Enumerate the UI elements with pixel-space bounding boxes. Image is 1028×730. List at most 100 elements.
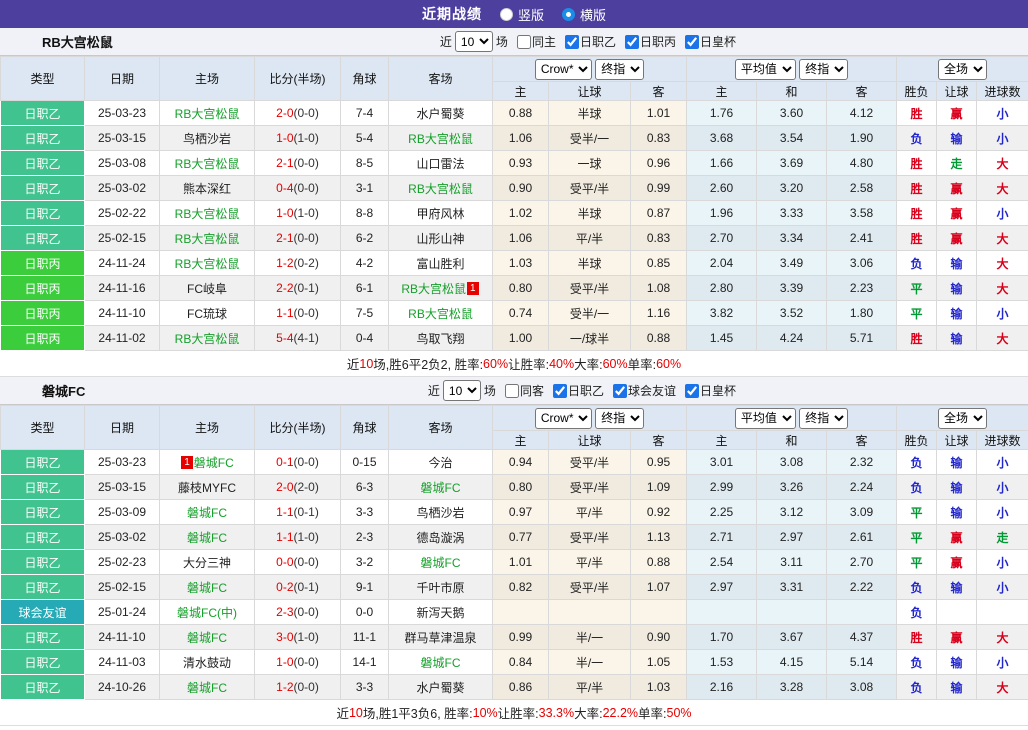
header-col-home: 主场: [160, 57, 255, 101]
fulltime-score: 0-2: [276, 580, 293, 594]
team-name: 磐城FC: [194, 456, 234, 470]
odds-home-cell: 0.88: [493, 101, 549, 126]
fulltime-select[interactable]: 全场: [938, 408, 987, 429]
league-checkbox[interactable]: [685, 384, 699, 398]
away-team-cell: 磐城FC: [389, 650, 493, 675]
team-name: 磐城FC(中): [177, 606, 237, 620]
home-team-cell: RB大宫松鼠: [160, 226, 255, 251]
team-name: 磐城FC: [421, 481, 461, 495]
odds-away-cell: 1.08: [631, 276, 687, 301]
header-sub-avg-home: 主: [687, 82, 757, 101]
recent-count-select[interactable]: 10: [443, 380, 481, 401]
team-name: FC岐阜: [187, 282, 227, 296]
same-venue-checkbox[interactable]: [505, 384, 519, 398]
average-time-select[interactable]: 终指: [799, 408, 848, 429]
avg-home-cell: 2.25: [687, 500, 757, 525]
header-sub-result: 胜负: [897, 82, 937, 101]
avg-away-cell: 2.24: [827, 475, 897, 500]
league-option[interactable]: 球会友谊: [607, 382, 676, 399]
result-handicap-cell: 输: [937, 126, 977, 151]
score-cell: 1-1(0-0): [255, 301, 341, 326]
result-handicap-cell: 赢: [937, 201, 977, 226]
same-venue-option[interactable]: 同主: [511, 33, 556, 50]
league-type-badge: 日职乙: [1, 525, 85, 550]
corner-cell: 14-1: [341, 650, 389, 675]
away-team-cell: RB大宫松鼠: [389, 301, 493, 326]
team-name: 磐城FC: [421, 656, 461, 670]
halftime-score: (0-0): [294, 181, 319, 195]
away-team-cell: 甲府风林: [389, 201, 493, 226]
league-option[interactable]: 日皇杯: [679, 33, 736, 50]
match-row: 日职乙24-10-26磐城FC1-2(0-0)3-3水户蜀葵0.86平/半1.0…: [1, 675, 1028, 700]
radio-horizontal-icon[interactable]: [562, 8, 575, 21]
result-handicap-cell: 赢: [937, 176, 977, 201]
odds-time-select[interactable]: 终指: [595, 59, 644, 80]
summary-part: 10%: [473, 706, 498, 720]
header-fulltime-group: 全场: [897, 57, 1028, 82]
team-section: RB大宫松鼠近10场同主日职乙日职丙日皇杯类型日期主场比分(半场)角球客场Cro…: [0, 28, 1028, 377]
match-date: 25-03-15: [85, 475, 160, 500]
avg-draw-cell: 4.24: [757, 326, 827, 351]
match-row: 日职乙25-02-15磐城FC0-2(0-1)9-1千叶市原0.82受平/半1.…: [1, 575, 1028, 600]
fulltime-select[interactable]: 全场: [938, 59, 987, 80]
avg-away-cell: 2.32: [827, 450, 897, 475]
result-goals-cell: 大: [977, 251, 1028, 276]
result-handicap-cell: 输: [937, 575, 977, 600]
home-team-cell: RB大宫松鼠: [160, 151, 255, 176]
result-handicap-cell: 输: [937, 675, 977, 700]
recent-count-select[interactable]: 10: [455, 31, 493, 52]
avg-draw-cell: 3.12: [757, 500, 827, 525]
league-option[interactable]: 日职乙: [547, 382, 604, 399]
result-outcome-cell: 负: [897, 251, 937, 276]
odds-time-select[interactable]: 终指: [595, 408, 644, 429]
team-name: RB大宫松鼠: [175, 232, 240, 246]
avg-home-cell: 3.01: [687, 450, 757, 475]
odds-away-cell: 0.90: [631, 625, 687, 650]
radio-vertical-icon[interactable]: [500, 8, 513, 21]
league-option[interactable]: 日皇杯: [679, 382, 736, 399]
result-outcome-cell: 平: [897, 550, 937, 575]
bookmaker-select[interactable]: Crow*: [535, 408, 592, 429]
result-outcome-cell: 负: [897, 575, 937, 600]
team-name: 德岛漩涡: [416, 531, 464, 545]
same-venue-checkbox[interactable]: [517, 35, 531, 49]
same-venue-option[interactable]: 同客: [499, 382, 544, 399]
league-option[interactable]: 日职乙: [559, 33, 616, 50]
team-name: RB大宫松鼠: [175, 207, 240, 221]
summary-part: 60%: [603, 357, 628, 371]
odds-handicap-cell: [549, 600, 631, 625]
halftime-score: (0-0): [294, 156, 319, 170]
summary-part: 10: [349, 706, 363, 720]
result-goals-cell: 小: [977, 550, 1028, 575]
bookmaker-select[interactable]: Crow*: [535, 59, 592, 80]
layout-radio-horizontal[interactable]: 横版: [562, 5, 606, 24]
league-checkbox[interactable]: [685, 35, 699, 49]
league-checkbox[interactable]: [565, 35, 579, 49]
home-team-cell: RB大宫松鼠: [160, 201, 255, 226]
odds-away-cell: 0.88: [631, 550, 687, 575]
league-label: 日职乙: [568, 382, 604, 399]
average-select[interactable]: 平均值: [735, 408, 796, 429]
league-option[interactable]: 日职丙: [619, 33, 676, 50]
league-checkbox[interactable]: [625, 35, 639, 49]
team-name: RB大宫松鼠: [175, 157, 240, 171]
top-title-bar: 近期战绩 竖版 横版: [0, 0, 1028, 28]
avg-draw-cell: 3.08: [757, 450, 827, 475]
fulltime-score: 5-4: [276, 331, 293, 345]
header-sub-away: 客: [631, 431, 687, 450]
average-select[interactable]: 平均值: [735, 59, 796, 80]
summary-part: 近: [347, 354, 360, 373]
header-fulltime-group: 全场: [897, 406, 1028, 431]
layout-radio-vertical[interactable]: 竖版: [500, 5, 544, 24]
summary-part: 场,胜6平2负2, 胜率:: [373, 354, 483, 373]
fulltime-score: 0-1: [276, 455, 293, 469]
average-time-select[interactable]: 终指: [799, 59, 848, 80]
score-cell: 1-0(1-0): [255, 126, 341, 151]
team-name: 磐城FC: [421, 556, 461, 570]
home-team-cell: 磐城FC: [160, 625, 255, 650]
avg-draw-cell: 3.33: [757, 201, 827, 226]
result-handicap-cell: 输: [937, 500, 977, 525]
record-summary: 近10场,胜6平2负2, 胜率:60% 让胜率:40% 大率:60% 单率:60…: [0, 351, 1028, 377]
league-checkbox[interactable]: [553, 384, 567, 398]
league-checkbox[interactable]: [613, 384, 627, 398]
